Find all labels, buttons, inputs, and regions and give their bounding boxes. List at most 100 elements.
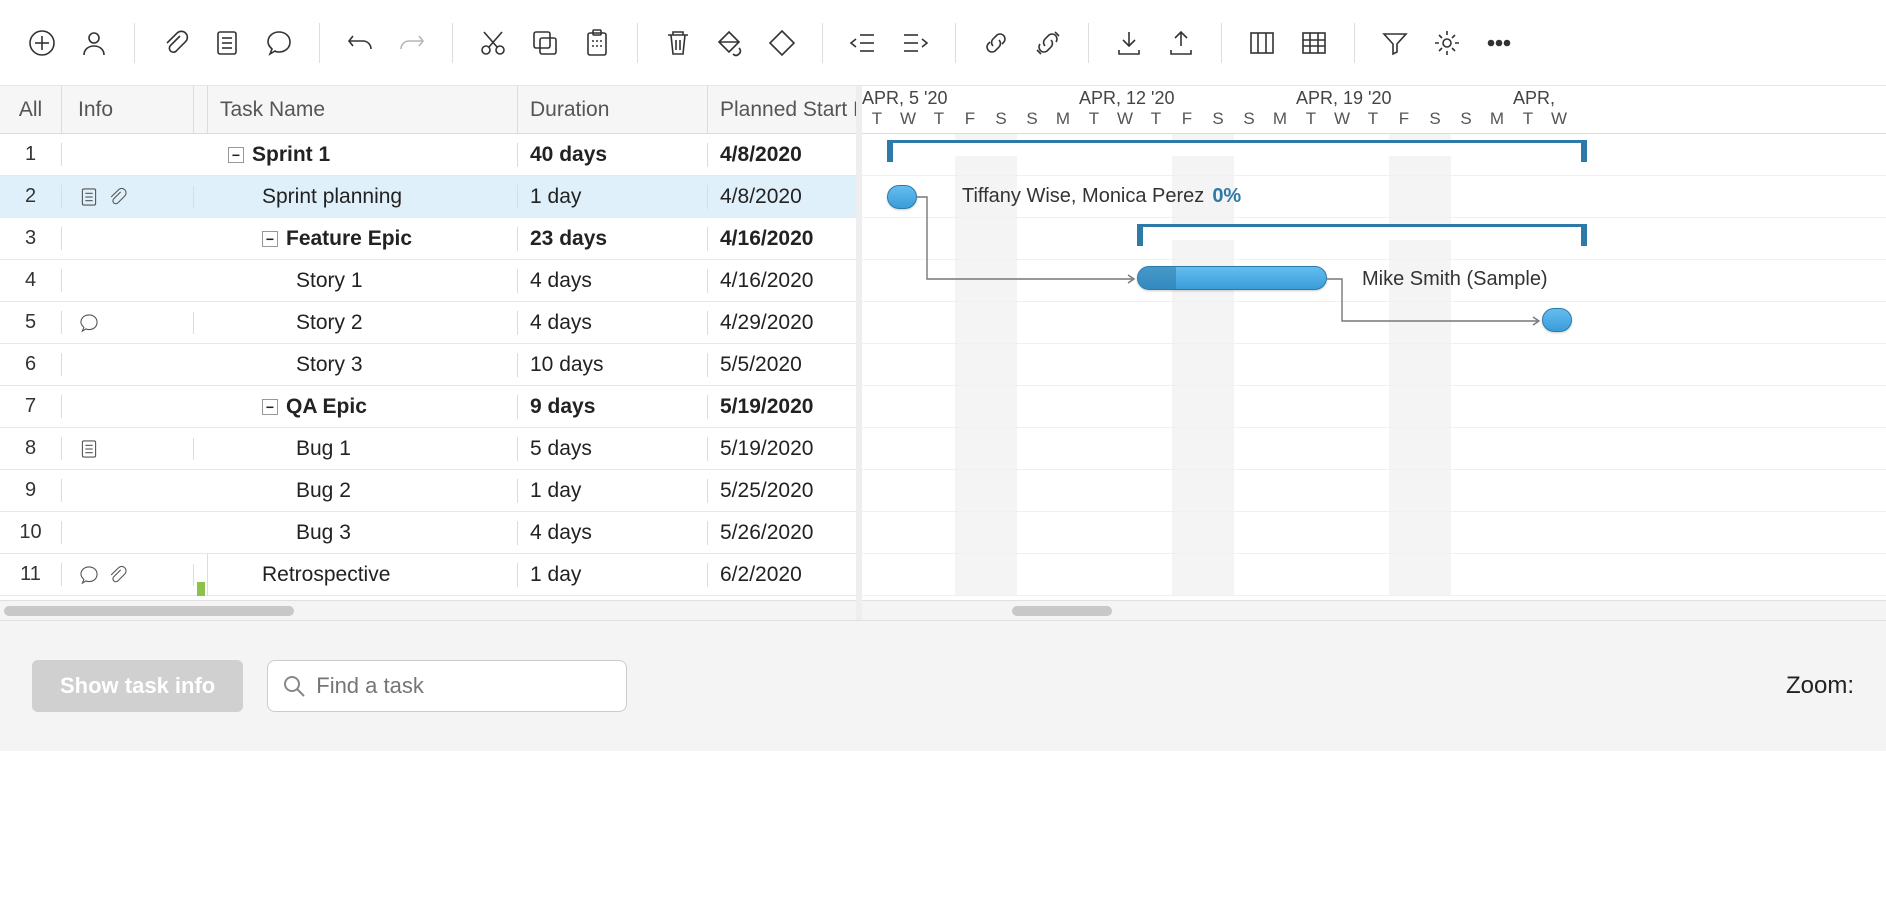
task-row[interactable]: 7 −QA Epic9 days5/19/2020 <box>0 386 856 428</box>
task-row[interactable]: 3 −Feature Epic23 days4/16/2020 <box>0 218 856 260</box>
start-date-cell[interactable]: 4/16/2020 <box>708 269 856 293</box>
duration-cell[interactable]: 5 days <box>518 437 708 461</box>
task-row[interactable]: 1 −Sprint 140 days4/8/2020 <box>0 134 856 176</box>
duration-cell[interactable]: 1 day <box>518 185 708 209</box>
add-button[interactable] <box>20 21 64 65</box>
col-header-start[interactable]: Planned Start D <box>708 86 856 133</box>
duration-cell[interactable]: 10 days <box>518 353 708 377</box>
start-date-cell[interactable]: 5/5/2020 <box>708 353 856 377</box>
duration-cell[interactable]: 4 days <box>518 269 708 293</box>
more-button[interactable] <box>1477 21 1521 65</box>
start-date-cell[interactable]: 5/19/2020 <box>708 437 856 461</box>
notes-icon[interactable] <box>78 186 100 208</box>
task-name-cell[interactable]: Story 3 <box>208 353 518 377</box>
grid-horizontal-scrollbar[interactable] <box>0 600 856 620</box>
start-date-cell[interactable]: 6/2/2020 <box>708 563 856 587</box>
diamond-button[interactable] <box>760 21 804 65</box>
person-button[interactable] <box>72 21 116 65</box>
day-label: S <box>1017 109 1048 133</box>
unlink-button[interactable] <box>1026 21 1070 65</box>
row-number[interactable]: 3 <box>0 227 62 250</box>
columns-button[interactable] <box>1240 21 1284 65</box>
col-header-duration[interactable]: Duration <box>518 86 708 133</box>
task-row[interactable]: 4 Story 14 days4/16/2020 <box>0 260 856 302</box>
task-row[interactable]: 2 Sprint planning1 day4/8/2020 <box>0 176 856 218</box>
task-row[interactable]: 11 Retrospective1 day6/2/2020 <box>0 554 856 596</box>
cut-button[interactable] <box>471 21 515 65</box>
task-name-cell[interactable]: −QA Epic <box>208 395 518 419</box>
row-number[interactable]: 4 <box>0 269 62 292</box>
clip-icon[interactable] <box>106 186 128 208</box>
comment-icon[interactable] <box>78 564 100 586</box>
link-button[interactable] <box>974 21 1018 65</box>
fill-button[interactable] <box>708 21 752 65</box>
col-header-task[interactable]: Task Name <box>208 86 518 133</box>
start-date-cell[interactable]: 4/8/2020 <box>708 143 856 167</box>
gantt-body[interactable]: Tiffany Wise, Monica Perez0% Mike Smith … <box>862 134 1886 596</box>
notes-button[interactable] <box>205 21 249 65</box>
expand-toggle[interactable]: − <box>262 231 278 247</box>
start-date-cell[interactable]: 5/25/2020 <box>708 479 856 503</box>
delete-button[interactable] <box>656 21 700 65</box>
duration-cell[interactable]: 4 days <box>518 521 708 545</box>
duration-cell[interactable]: 4 days <box>518 311 708 335</box>
row-number[interactable]: 1 <box>0 143 62 166</box>
row-number[interactable]: 11 <box>0 563 62 586</box>
filter-button[interactable] <box>1373 21 1417 65</box>
task-name-cell[interactable]: Story 1 <box>208 269 518 293</box>
duration-cell[interactable]: 1 day <box>518 479 708 503</box>
gantt-horizontal-scrollbar[interactable] <box>862 600 1886 620</box>
search-input[interactable] <box>316 673 612 699</box>
task-name-cell[interactable]: Bug 1 <box>208 437 518 461</box>
notes-icon[interactable] <box>78 438 100 460</box>
row-number[interactable]: 9 <box>0 479 62 502</box>
expand-toggle[interactable]: − <box>262 399 278 415</box>
duration-cell[interactable]: 40 days <box>518 143 708 167</box>
upload-button[interactable] <box>1159 21 1203 65</box>
task-name-cell[interactable]: Bug 2 <box>208 479 518 503</box>
row-number[interactable]: 10 <box>0 521 62 544</box>
start-date-cell[interactable]: 5/26/2020 <box>708 521 856 545</box>
col-header-all[interactable]: All <box>0 86 62 133</box>
attachment-button[interactable] <box>153 21 197 65</box>
expand-toggle[interactable]: − <box>228 147 244 163</box>
outdent-button[interactable] <box>841 21 885 65</box>
task-name-cell[interactable]: Retrospective <box>208 563 518 587</box>
task-row[interactable]: 10 Bug 34 days5/26/2020 <box>0 512 856 554</box>
grid-button[interactable] <box>1292 21 1336 65</box>
indent-button[interactable] <box>893 21 937 65</box>
paste-button[interactable] <box>575 21 619 65</box>
undo-button[interactable] <box>338 21 382 65</box>
show-task-info-button[interactable]: Show task info <box>32 660 243 712</box>
duration-cell[interactable]: 9 days <box>518 395 708 419</box>
task-name-cell[interactable]: −Sprint 1 <box>208 143 518 167</box>
duration-cell[interactable]: 1 day <box>518 563 708 587</box>
redo-button[interactable] <box>390 21 434 65</box>
start-date-cell[interactable]: 4/8/2020 <box>708 185 856 209</box>
start-date-cell[interactable]: 4/16/2020 <box>708 227 856 251</box>
task-name-cell[interactable]: −Feature Epic <box>208 227 518 251</box>
comment-icon[interactable] <box>78 312 100 334</box>
row-number[interactable]: 6 <box>0 353 62 376</box>
download-button[interactable] <box>1107 21 1151 65</box>
clip-icon[interactable] <box>106 564 128 586</box>
task-name-cell[interactable]: Sprint planning <box>208 185 518 209</box>
task-row[interactable]: 8 Bug 15 days5/19/2020 <box>0 428 856 470</box>
row-number[interactable]: 7 <box>0 395 62 418</box>
search-box[interactable] <box>267 660 627 712</box>
task-row[interactable]: 9 Bug 21 day5/25/2020 <box>0 470 856 512</box>
comment-button[interactable] <box>257 21 301 65</box>
task-row[interactable]: 6 Story 310 days5/5/2020 <box>0 344 856 386</box>
col-header-info[interactable]: Info <box>62 86 194 133</box>
start-date-cell[interactable]: 4/29/2020 <box>708 311 856 335</box>
copy-button[interactable] <box>523 21 567 65</box>
duration-cell[interactable]: 23 days <box>518 227 708 251</box>
row-number[interactable]: 8 <box>0 437 62 460</box>
task-row[interactable]: 5 Story 24 days4/29/2020 <box>0 302 856 344</box>
task-name-cell[interactable]: Bug 3 <box>208 521 518 545</box>
settings-button[interactable] <box>1425 21 1469 65</box>
row-number[interactable]: 5 <box>0 311 62 334</box>
task-name-cell[interactable]: Story 2 <box>208 311 518 335</box>
row-number[interactable]: 2 <box>0 185 62 208</box>
start-date-cell[interactable]: 5/19/2020 <box>708 395 856 419</box>
